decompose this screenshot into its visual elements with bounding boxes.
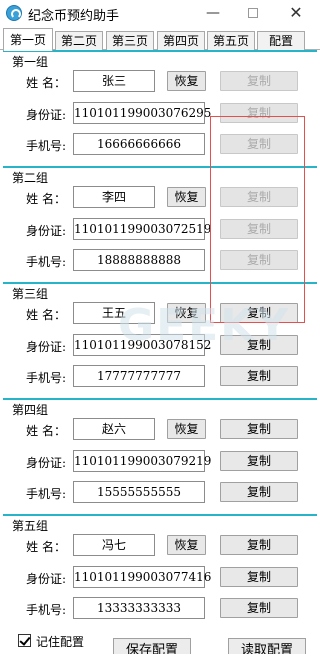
phone-field[interactable]: 15555555555	[73, 481, 205, 503]
copy-name-button[interactable]: 复制	[220, 419, 298, 439]
name-field[interactable]: 李四	[73, 186, 155, 208]
name-field[interactable]: 赵六	[73, 418, 155, 440]
name-label: 姓 名：	[26, 540, 66, 554]
bottom-bar: 记住配置 保存配置 读取配置	[0, 628, 320, 654]
tab-page-2[interactable]: 第二页	[55, 31, 103, 50]
id-label: 身份证:	[25, 456, 66, 470]
group-title: 第一组	[12, 55, 49, 69]
phone-field[interactable]: 13333333333	[73, 597, 205, 619]
highlight-box	[210, 116, 305, 323]
name-label: 姓 名：	[26, 192, 66, 206]
tab-page-5[interactable]: 第五页	[207, 31, 255, 50]
id-field[interactable]: 110101199003079219	[73, 450, 211, 472]
app-icon	[6, 5, 22, 21]
name-label: 姓 名：	[26, 76, 66, 90]
id-label: 身份证:	[25, 572, 66, 586]
tab-page-4[interactable]: 第四页	[157, 31, 205, 50]
restore-button[interactable]: 恢复	[167, 419, 206, 439]
name-label: 姓 名：	[26, 308, 66, 322]
id-label: 身份证:	[25, 340, 66, 354]
restore-button[interactable]: 恢复	[167, 535, 206, 555]
id-field[interactable]: 110101199003076295	[73, 102, 211, 124]
load-config-button[interactable]: 读取配置	[228, 638, 306, 654]
phone-label: 手机号:	[25, 139, 66, 153]
close-button[interactable]: ✕	[276, 0, 316, 26]
tab-config[interactable]: 配置	[257, 31, 305, 50]
tab-page-3[interactable]: 第三页	[106, 31, 154, 50]
group-title: 第五组	[12, 519, 49, 533]
group-title: 第四组	[12, 403, 49, 417]
phone-label: 手机号:	[25, 603, 66, 617]
group-title: 第二组	[12, 171, 49, 185]
phone-label: 手机号:	[25, 487, 66, 501]
group-4: 第四组 姓 名： 赵六 恢复 复制 身份证: 11010119900307921…	[3, 398, 317, 514]
remember-config-checkbox[interactable]	[18, 634, 31, 647]
tab-panel: 第一组 姓 名： 张三 恢复 复制 身份证: 11010119900307629…	[0, 50, 320, 628]
name-label: 姓 名：	[26, 424, 66, 438]
group-5: 第五组 姓 名： 冯七 恢复 复制 身份证: 11010119900307741…	[3, 514, 317, 630]
tab-page-1[interactable]: 第一页	[3, 28, 53, 51]
restore-button[interactable]: 恢复	[167, 71, 206, 91]
copy-id-button[interactable]: 复制	[220, 567, 298, 587]
tab-strip: 第一页 第二页 第三页 第四页 第五页 配置	[0, 26, 320, 51]
save-config-button[interactable]: 保存配置	[113, 638, 191, 654]
watermark: GEEKY	[118, 300, 291, 351]
copy-phone-button[interactable]: 复制	[220, 598, 298, 618]
phone-field[interactable]: 16666666666	[73, 133, 205, 155]
id-label: 身份证:	[25, 108, 66, 122]
title-bar: 纪念币预约助手 — ✕	[0, 0, 320, 26]
name-field[interactable]: 张三	[73, 70, 155, 92]
group-title: 第三组	[12, 287, 49, 301]
phone-label: 手机号:	[25, 371, 66, 385]
minimize-button[interactable]: —	[193, 0, 233, 26]
copy-phone-button[interactable]: 复制	[220, 366, 298, 386]
name-field[interactable]: 冯七	[73, 534, 155, 556]
maximize-button[interactable]	[233, 0, 273, 26]
id-field[interactable]: 110101199003072519	[73, 218, 211, 240]
restore-button[interactable]: 恢复	[167, 187, 206, 207]
id-field[interactable]: 110101199003077416	[73, 566, 211, 588]
maximize-icon	[248, 8, 258, 18]
phone-field[interactable]: 18888888888	[73, 249, 205, 271]
copy-phone-button[interactable]: 复制	[220, 482, 298, 502]
copy-id-button[interactable]: 复制	[220, 451, 298, 471]
copy-name-button[interactable]: 复制	[220, 71, 298, 91]
window-title: 纪念币预约助手	[28, 9, 120, 24]
id-label: 身份证:	[25, 224, 66, 238]
phone-field[interactable]: 17777777777	[73, 365, 205, 387]
remember-config-label: 记住配置	[36, 635, 85, 649]
phone-label: 手机号:	[25, 255, 66, 269]
copy-name-button[interactable]: 复制	[220, 535, 298, 555]
